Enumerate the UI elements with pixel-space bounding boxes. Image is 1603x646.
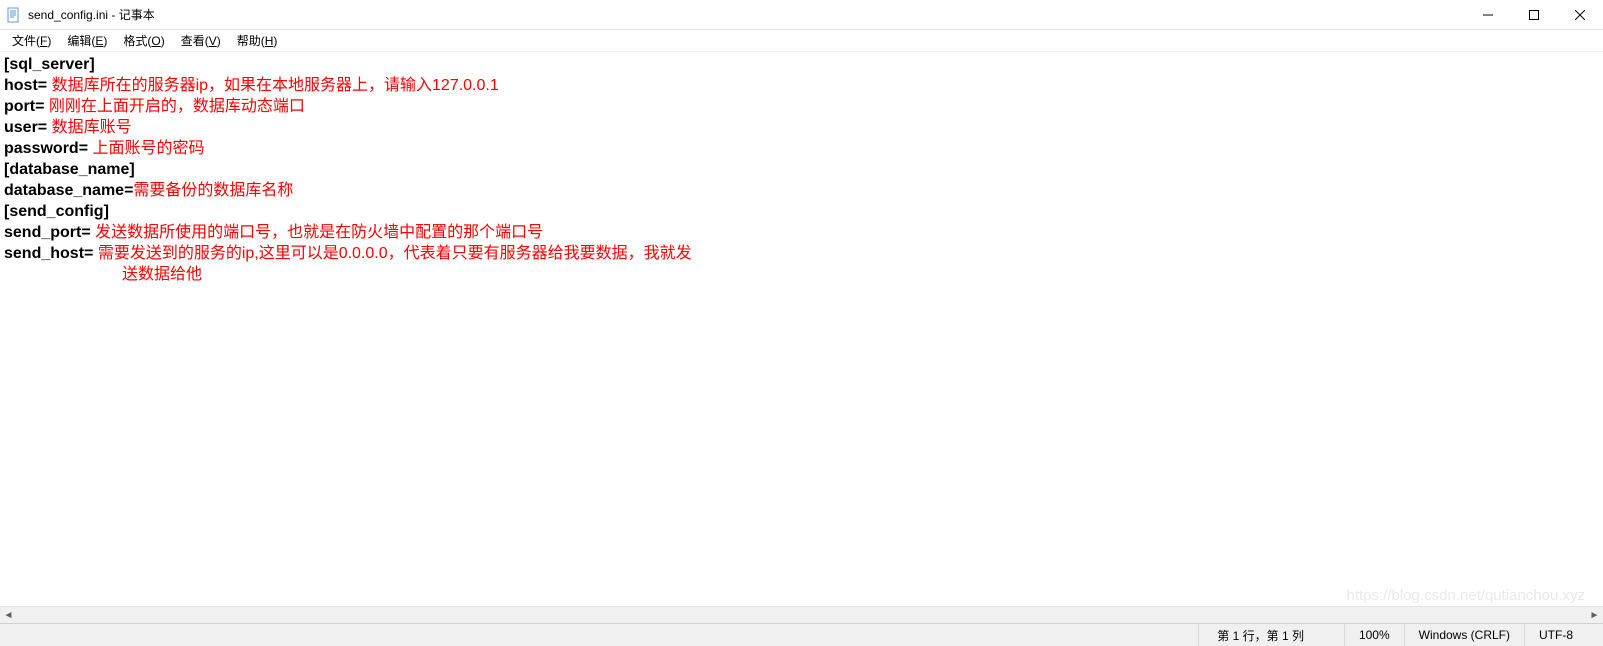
ini-key-user: user=: [4, 119, 52, 136]
horizontal-scrollbar[interactable]: ◄ ►: [0, 606, 1603, 623]
titlebar: send_config.ini - 记事本: [0, 0, 1603, 30]
ini-key-password: password=: [4, 140, 92, 157]
scroll-right-icon[interactable]: ►: [1586, 607, 1603, 624]
ini-section: [send_config]: [4, 203, 109, 220]
ini-val-host: 数据库所在的服务器ip，如果在本地服务器上，请输入127.0.0.1: [52, 77, 499, 94]
text-editor[interactable]: [sql_server] host= 数据库所在的服务器ip，如果在本地服务器上…: [0, 52, 1603, 606]
scroll-left-icon[interactable]: ◄: [0, 607, 17, 624]
status-encoding: UTF-8: [1524, 624, 1603, 646]
ini-val-sendhost-2: 送数据给他: [122, 266, 202, 283]
ini-val-password: 上面账号的密码: [92, 140, 204, 157]
ini-key-sendhost: send_host=: [4, 245, 98, 262]
ini-section: [sql_server]: [4, 56, 95, 73]
titlebar-left: send_config.ini - 记事本: [6, 6, 155, 23]
menu-view[interactable]: 查看(V): [173, 30, 229, 51]
status-position: 第 1 行，第 1 列: [1198, 624, 1344, 646]
ini-key-sendport: send_port=: [4, 224, 95, 241]
menubar: 文件(F) 编辑(E) 格式(O) 查看(V) 帮助(H): [0, 30, 1603, 52]
window-title: send_config.ini - 记事本: [28, 6, 155, 23]
ini-val-sendport: 发送数据所使用的端口号，也就是在防火墙中配置的那个端口号: [95, 224, 543, 241]
menu-file[interactable]: 文件(F): [4, 30, 59, 51]
ini-val-port: 刚刚在上面开启的，数据库动态端口: [49, 98, 305, 115]
minimize-button[interactable]: [1465, 0, 1511, 30]
ini-key-port: port=: [4, 98, 49, 115]
maximize-button[interactable]: [1511, 0, 1557, 30]
ini-val-dbname: 需要备份的数据库名称: [133, 182, 293, 199]
close-button[interactable]: [1557, 0, 1603, 30]
window-controls: [1465, 0, 1603, 30]
ini-val-user: 数据库账号: [52, 119, 132, 136]
ini-key-host: host=: [4, 77, 52, 94]
statusbar: 第 1 行，第 1 列 100% Windows (CRLF) UTF-8: [0, 623, 1603, 646]
status-zoom: 100%: [1344, 624, 1404, 646]
menu-help[interactable]: 帮助(H): [229, 30, 286, 51]
status-lineending: Windows (CRLF): [1404, 624, 1524, 646]
ini-val-sendhost-1: 需要发送到的服务的ip,这里可以是0.0.0.0，代表着只要有服务器给我要数据，…: [98, 245, 692, 262]
ini-key-dbname: database_name=: [4, 182, 133, 199]
notepad-icon: [6, 7, 22, 23]
ini-section: [database_name]: [4, 161, 135, 178]
menu-format[interactable]: 格式(O): [115, 30, 172, 51]
menu-edit[interactable]: 编辑(E): [59, 30, 115, 51]
